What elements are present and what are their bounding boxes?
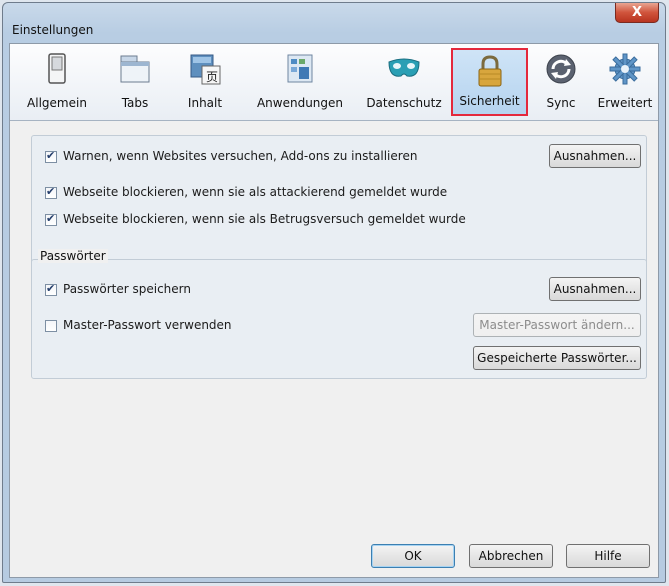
- tab-tabs[interactable]: Tabs: [107, 48, 163, 116]
- close-button[interactable]: X: [615, 3, 659, 23]
- warn-addons-checkbox[interactable]: [45, 149, 57, 163]
- cancel-button[interactable]: Abbrechen: [469, 544, 553, 568]
- tab-label: Sync: [546, 96, 576, 110]
- mask-icon: [388, 58, 420, 77]
- ok-button[interactable]: OK: [371, 544, 455, 568]
- passwords-legend: Passwörter: [38, 249, 108, 263]
- tab-label: Datenschutz: [366, 96, 442, 110]
- block-attack-checkbox[interactable]: [45, 185, 57, 199]
- save-passwords-label: Passwörter speichern: [63, 282, 191, 296]
- save-passwords-checkbox[interactable]: [45, 282, 57, 296]
- tab-allgemein[interactable]: Allgemein: [23, 48, 91, 116]
- addons-exceptions-button[interactable]: Ausnahmen...: [549, 144, 641, 168]
- tab-label: Inhalt: [187, 96, 223, 110]
- tab-datenschutz[interactable]: Datenschutz: [360, 48, 448, 116]
- gear-icon: [609, 53, 641, 85]
- preferences-window: Einstellungen X Allgemein Tabs 页 Inhalt …: [2, 2, 666, 583]
- sync-icon: [546, 54, 576, 84]
- svg-text:页: 页: [206, 70, 218, 84]
- tab-erweitert[interactable]: Erweitert: [596, 48, 654, 116]
- tab-label: Allgemein: [27, 96, 87, 110]
- applications-icon: [287, 54, 313, 83]
- tab-inhalt[interactable]: 页 Inhalt: [173, 48, 237, 116]
- master-password-label: Master-Passwort verwenden: [63, 318, 232, 332]
- block-forgery-label: Webseite blockieren, wenn sie als Betrug…: [63, 212, 466, 226]
- master-password-checkbox[interactable]: [45, 320, 57, 332]
- category-toolbar: Allgemein Tabs 页 Inhalt Anwendungen Date…: [10, 44, 658, 121]
- tab-label: Sicherheit: [459, 94, 520, 108]
- warn-addons-label: Warnen, wenn Websites versuchen, Add-ons…: [63, 149, 418, 163]
- help-button[interactable]: Hilfe: [566, 544, 650, 568]
- lock-icon: [478, 55, 501, 87]
- window-title: Einstellungen: [12, 23, 94, 37]
- tab-label: Erweitert: [597, 96, 653, 110]
- tab-sicherheit[interactable]: Sicherheit: [451, 48, 528, 116]
- block-attack-label: Webseite blockieren, wenn sie als attack…: [63, 185, 448, 199]
- saved-passwords-button[interactable]: Gespeicherte Passwörter...: [473, 346, 641, 370]
- tab-label: Anwendungen: [256, 96, 344, 110]
- tab-label: Tabs: [121, 96, 149, 110]
- switch-icon: [48, 53, 66, 84]
- change-master-password-button[interactable]: Master-Passwort ändern...: [473, 313, 641, 337]
- tabs-icon: [120, 55, 150, 83]
- tab-sync[interactable]: Sync: [536, 48, 586, 116]
- title-bar[interactable]: Einstellungen X: [3, 3, 665, 43]
- passwords-exceptions-button[interactable]: Ausnahmen...: [549, 277, 641, 301]
- tab-anwendungen[interactable]: Anwendungen: [248, 48, 352, 116]
- block-forgery-checkbox[interactable]: [45, 212, 57, 226]
- dialog-body: Allgemein Tabs 页 Inhalt Anwendungen Date…: [9, 43, 659, 578]
- content-icon: 页: [190, 54, 221, 85]
